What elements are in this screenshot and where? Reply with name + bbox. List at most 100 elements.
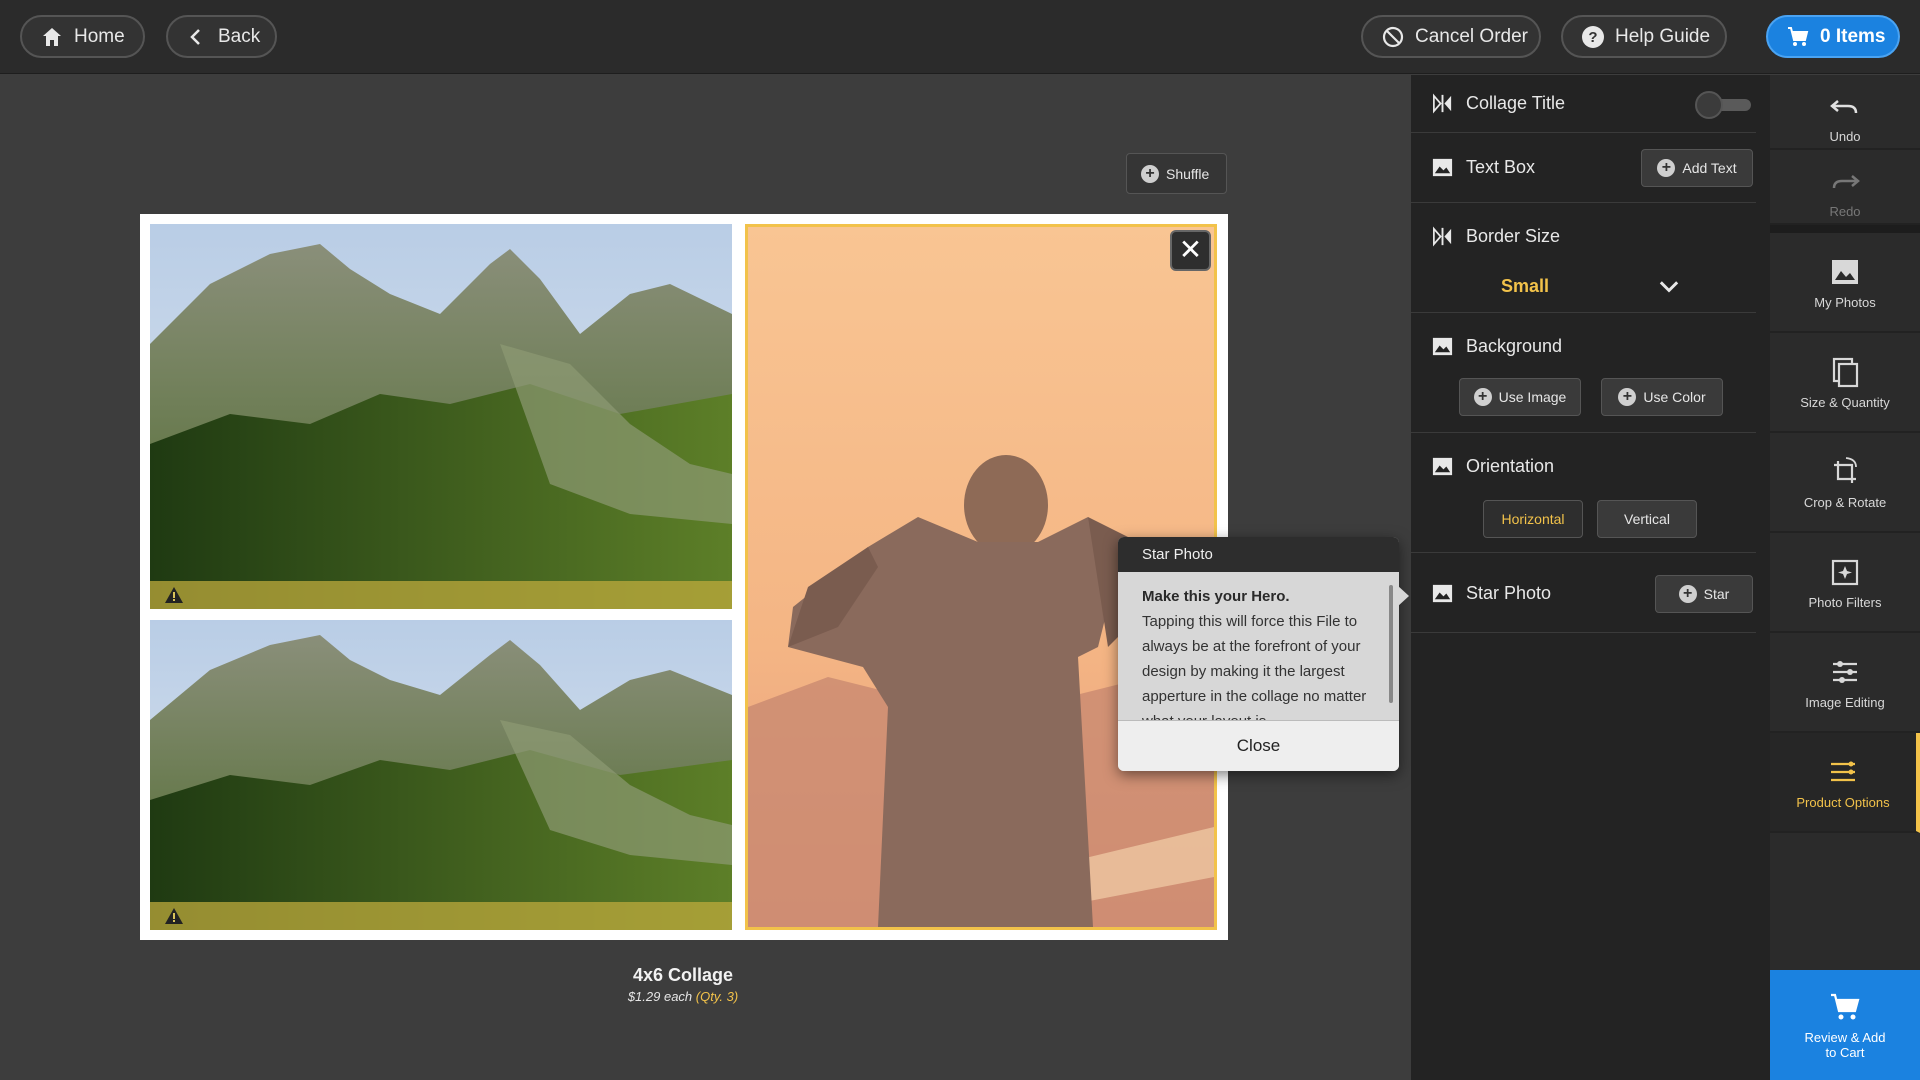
product-title: 4x6 Collage <box>632 965 734 985</box>
text-box-label: Text Box <box>1466 157 1536 177</box>
product-options-button[interactable]: Product Options <box>1770 733 1920 833</box>
mountain-photo <box>150 620 732 930</box>
undo-label: Undo <box>1829 129 1861 144</box>
cart-icon <box>1788 26 1809 46</box>
orientation-vertical-button[interactable]: Vertical <box>1597 500 1697 538</box>
copy-icon <box>1832 357 1859 388</box>
add-text-label: Add Text <box>1682 160 1737 176</box>
image-icon <box>1432 457 1453 476</box>
tooltip-scrollbar[interactable] <box>1389 585 1393 703</box>
chevron-left-icon <box>190 28 200 45</box>
border-size-value[interactable]: Small <box>1501 276 1549 297</box>
crop-rotate-button[interactable]: Crop & Rotate <box>1770 433 1920 533</box>
split-arrows-icon <box>1433 93 1452 114</box>
plus-icon: + <box>1678 585 1697 603</box>
cancel-order-button[interactable]: Cancel Order <box>1361 15 1541 58</box>
crop-rotate-label: Crop & Rotate <box>1803 495 1887 510</box>
plus-icon: + <box>1473 388 1492 406</box>
photo-filters-button[interactable]: Photo Filters <box>1770 533 1920 633</box>
editor-toolbar: Undo Redo My Photos Size & Quantity Crop… <box>1770 75 1920 1080</box>
use-color-button[interactable]: + Use Color <box>1601 378 1723 416</box>
top-bar: Home Back Cancel Order ? Help Guide 0 It… <box>0 0 1920 74</box>
product-options-label: Product Options <box>1796 795 1890 810</box>
add-text-button[interactable]: + Add Text <box>1641 149 1753 187</box>
remove-photo-button[interactable]: ✕ <box>1170 230 1211 271</box>
use-color-label: Use Color <box>1643 389 1706 405</box>
photo-filters-label: Photo Filters <box>1808 595 1882 610</box>
redo-button[interactable]: Redo <box>1770 150 1920 225</box>
star-photo-label: Star Photo <box>1466 583 1552 603</box>
tooltip-close-button[interactable]: Close <box>1118 720 1399 771</box>
background-heading: Background <box>1431 335 1562 358</box>
image-icon <box>1432 337 1453 356</box>
collage-photo-mountains-1[interactable] <box>150 224 732 609</box>
undo-icon <box>1830 100 1858 114</box>
use-image-label: Use Image <box>1498 389 1567 405</box>
collage-title-toggle[interactable] <box>1695 91 1753 119</box>
toolbar-divider <box>1770 225 1920 233</box>
help-guide-button[interactable]: ? Help Guide <box>1561 15 1727 58</box>
cancel-order-label: Cancel Order <box>1415 25 1528 47</box>
split-arrows-icon <box>1433 226 1452 247</box>
tooltip-text: Tapping this will force this File to alw… <box>1142 613 1367 730</box>
plus-icon: + <box>1657 159 1676 177</box>
background-label: Background <box>1466 336 1563 356</box>
star-photo-row: Star Photo + Star <box>1411 553 1756 633</box>
review-add-to-cart-button[interactable]: Review & Add to Cart <box>1770 970 1920 1080</box>
image-icon <box>1432 158 1453 177</box>
options-list-icon <box>1831 761 1855 782</box>
background-row: Background + Use Image + Use Color <box>1411 313 1756 433</box>
price-each: $1.29 each <box>627 989 693 1004</box>
text-box-heading: Text Box <box>1431 156 1535 179</box>
text-box-row: Text Box + Add Text <box>1411 133 1756 203</box>
image-editing-button[interactable]: Image Editing <box>1770 633 1920 733</box>
product-options-panel: Collage Title Text Box + Add Text Border… <box>1411 75 1770 1080</box>
star-label: Star <box>1703 586 1730 602</box>
plus-icon: + <box>1141 164 1159 183</box>
low-resolution-warning-bar <box>150 581 732 609</box>
shuffle-label: Shuffle <box>1166 165 1210 182</box>
sparkle-image-icon <box>1831 559 1859 586</box>
review-label-line2: to Cart <box>1825 1045 1865 1060</box>
tooltip-heading: Make this your Hero. <box>1142 588 1290 605</box>
home-button[interactable]: Home <box>20 15 145 58</box>
cart-button[interactable]: 0 Items <box>1766 15 1900 58</box>
mountain-photo <box>150 224 732 609</box>
border-size-label: Border Size <box>1466 226 1561 246</box>
border-size-row: Border Size Small <box>1411 203 1756 313</box>
size-quantity-button[interactable]: Size & Quantity <box>1770 333 1920 433</box>
size-quantity-label: Size & Quantity <box>1800 395 1890 410</box>
shuffle-button[interactable]: + Shuffle <box>1126 153 1227 194</box>
my-photos-button[interactable]: My Photos <box>1770 233 1920 333</box>
use-image-button[interactable]: + Use Image <box>1459 378 1581 416</box>
border-size-heading: Border Size <box>1431 225 1560 248</box>
crop-rotate-icon <box>1834 457 1857 483</box>
product-price: $1.29 each (Qty. 3) <box>540 989 826 1004</box>
home-icon <box>43 27 61 46</box>
redo-label: Redo <box>1829 204 1861 219</box>
collage-title-heading: Collage Title <box>1431 92 1565 115</box>
orientation-row: Orientation Horizontal Vertical <box>1411 433 1756 553</box>
star-button[interactable]: + Star <box>1655 575 1753 613</box>
star-photo-tooltip: Star Photo Make this your Hero. Tapping … <box>1118 537 1399 771</box>
prohibited-icon <box>1382 26 1404 47</box>
tooltip-title: Star Photo <box>1118 537 1399 572</box>
tooltip-pointer <box>1397 585 1409 607</box>
quantity-label: (Qty. 3) <box>695 989 739 1004</box>
chevron-down-icon[interactable] <box>1655 273 1683 301</box>
image-icon <box>1432 584 1453 603</box>
collage-title-label: Collage Title <box>1466 93 1566 113</box>
orientation-label: Orientation <box>1466 456 1555 476</box>
svg-text:?: ? <box>1588 29 1597 46</box>
collage-photo-mountains-2[interactable] <box>150 620 732 930</box>
back-label: Back <box>218 25 261 47</box>
warning-icon <box>165 587 183 603</box>
redo-icon <box>1832 175 1860 189</box>
orientation-horizontal-button[interactable]: Horizontal <box>1483 500 1583 538</box>
plus-icon: + <box>1618 388 1637 406</box>
review-label-line1: Review & Add <box>1804 1030 1886 1045</box>
collage-title-row: Collage Title <box>1411 75 1756 133</box>
back-button[interactable]: Back <box>166 15 277 58</box>
sliders-icon <box>1833 661 1857 683</box>
undo-button[interactable]: Undo <box>1770 75 1920 150</box>
